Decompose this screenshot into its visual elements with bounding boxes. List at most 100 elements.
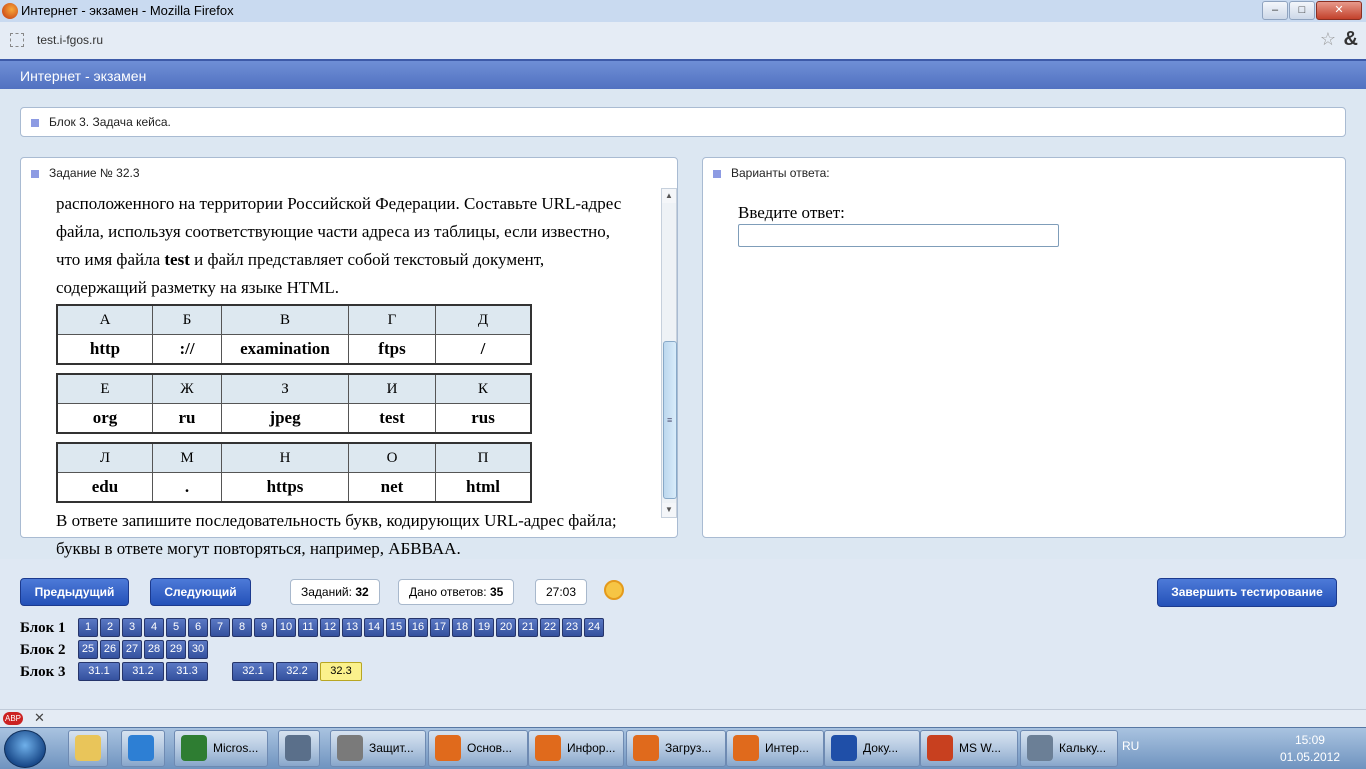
question-button[interactable]: 30 bbox=[188, 640, 208, 659]
taskbar-item[interactable]: Основ... bbox=[428, 730, 528, 767]
taskbar-item-label: Кальку... bbox=[1059, 741, 1107, 755]
clock-date: 01.05.2012 bbox=[1279, 750, 1340, 764]
question-button[interactable]: 14 bbox=[364, 618, 384, 637]
taskbar-item[interactable] bbox=[278, 730, 320, 767]
question-button[interactable]: 1 bbox=[78, 618, 98, 637]
taskbar-item-label: Инфор... bbox=[567, 741, 616, 755]
previous-button[interactable]: Предыдущий bbox=[20, 578, 129, 606]
square-bullet-icon bbox=[31, 118, 39, 127]
table-letter-cell: Ж bbox=[152, 373, 222, 404]
question-button[interactable]: 17 bbox=[430, 618, 450, 637]
taskbar-item[interactable]: Доку... bbox=[824, 730, 920, 767]
address-bar[interactable]: test.i-fgos.ru ☆ & bbox=[0, 22, 1366, 60]
code-table: Л М Н О Пedu. https net html bbox=[56, 442, 532, 503]
taskbar-ie[interactable] bbox=[121, 730, 165, 767]
app-icon bbox=[435, 735, 461, 761]
table-letter-cell: П bbox=[435, 442, 532, 473]
taskbar-item-label: Загруз... bbox=[665, 741, 712, 755]
task-title-text: Задание № 32.3 bbox=[49, 166, 140, 180]
app-icon bbox=[831, 735, 857, 761]
url-text[interactable]: test.i-fgos.ru bbox=[37, 33, 103, 47]
taskbar-item-label: Основ... bbox=[467, 741, 513, 755]
start-button[interactable] bbox=[4, 730, 46, 768]
table-value-cell: net bbox=[348, 472, 436, 503]
table-value-cell: ru bbox=[152, 403, 222, 434]
table-value-cell: :// bbox=[152, 334, 222, 365]
question-button[interactable]: 26 bbox=[100, 640, 120, 659]
question-button[interactable]: 11 bbox=[298, 618, 318, 637]
table-value-cell: rus bbox=[435, 403, 532, 434]
question-button[interactable]: 21 bbox=[518, 618, 538, 637]
question-button[interactable]: 2 bbox=[100, 618, 120, 637]
addon-amp-icon[interactable]: & bbox=[1344, 28, 1358, 51]
question-button[interactable]: 10 bbox=[276, 618, 296, 637]
question-button[interactable]: 8 bbox=[232, 618, 252, 637]
folder-icon bbox=[75, 735, 101, 761]
question-button[interactable]: 29 bbox=[166, 640, 186, 659]
maximize-button[interactable]: □ bbox=[1289, 1, 1315, 20]
question-button[interactable]: 7 bbox=[210, 618, 230, 637]
table-value-cell: https bbox=[221, 472, 349, 503]
question-button[interactable]: 27 bbox=[122, 640, 142, 659]
question-button[interactable]: 32.2 bbox=[276, 662, 318, 681]
question-button[interactable]: 4 bbox=[144, 618, 164, 637]
question-button[interactable]: 24 bbox=[584, 618, 604, 637]
scroll-up-arrow-icon[interactable]: ▲ bbox=[662, 189, 676, 203]
question-button[interactable]: 28 bbox=[144, 640, 164, 659]
language-indicator[interactable]: RU bbox=[1122, 739, 1139, 753]
question-button[interactable]: 31.3 bbox=[166, 662, 208, 681]
question-button[interactable]: 9 bbox=[254, 618, 274, 637]
site-identity-icon[interactable] bbox=[10, 33, 24, 47]
finish-test-button[interactable]: Завершить тестирование bbox=[1157, 578, 1337, 607]
question-button[interactable]: 3 bbox=[122, 618, 142, 637]
code-tables: А Б В Г Дhttp://examination ftps / Е Ж З И Кorg ru jp… bbox=[56, 304, 626, 503]
clock[interactable]: 15:09 01.05.2012 bbox=[1280, 732, 1340, 766]
taskbar-item[interactable]: MS W... bbox=[920, 730, 1018, 767]
app-icon bbox=[733, 735, 759, 761]
task-content: расположенного на территории Российской … bbox=[56, 190, 626, 563]
question-button[interactable]: 25 bbox=[78, 640, 98, 659]
bookmark-star-icon[interactable]: ☆ bbox=[1320, 29, 1336, 50]
table-value-cell: / bbox=[435, 334, 532, 365]
question-button[interactable]: 32.1 bbox=[232, 662, 274, 681]
table-letter-cell: Е bbox=[56, 373, 153, 404]
block2-label: Блок 2 bbox=[20, 642, 66, 658]
taskbar-explorer[interactable] bbox=[68, 730, 108, 767]
addon-bar-close-icon[interactable]: ✕ bbox=[34, 710, 45, 726]
close-button[interactable]: ✕ bbox=[1316, 1, 1362, 20]
next-button[interactable]: Следующий bbox=[150, 578, 251, 606]
question-button[interactable]: 18 bbox=[452, 618, 472, 637]
scroll-thumb[interactable]: ≡ bbox=[663, 341, 677, 499]
question-button[interactable]: 12 bbox=[320, 618, 340, 637]
table-letter-cell: О bbox=[348, 442, 436, 473]
taskbar-item[interactable]: Защит... bbox=[330, 730, 426, 767]
table-letter-cell: Б bbox=[152, 304, 222, 335]
answer-input[interactable] bbox=[738, 224, 1059, 247]
task-panel-title: Задание № 32.3 bbox=[31, 166, 140, 180]
minimize-button[interactable]: – bbox=[1262, 1, 1288, 20]
question-button[interactable]: 31.2 bbox=[122, 662, 164, 681]
question-button[interactable]: 31.1 bbox=[78, 662, 120, 681]
question-button[interactable]: 16 bbox=[408, 618, 428, 637]
question-button[interactable]: 20 bbox=[496, 618, 516, 637]
window-title: Интернет - экзамен - Mozilla Firefox bbox=[21, 3, 234, 18]
scroll-down-arrow-icon[interactable]: ▼ bbox=[662, 503, 676, 517]
adblock-icon[interactable]: ABP bbox=[3, 712, 23, 725]
alarm-clock-icon bbox=[604, 580, 624, 600]
question-button[interactable]: 32.3 bbox=[320, 662, 362, 681]
question-button[interactable]: 22 bbox=[540, 618, 560, 637]
question-button[interactable]: 6 bbox=[188, 618, 208, 637]
question-button[interactable]: 23 bbox=[562, 618, 582, 637]
taskbar-item[interactable]: Кальку... bbox=[1020, 730, 1118, 767]
table-letter-cell: А bbox=[56, 304, 153, 335]
taskbar-item[interactable]: Загруз... bbox=[626, 730, 726, 767]
question-button[interactable]: 5 bbox=[166, 618, 186, 637]
task-scrollbar[interactable]: ▲ ≡ ▼ bbox=[661, 188, 677, 518]
answers-count-badge: Дано ответов: 35 bbox=[398, 579, 515, 605]
question-button[interactable]: 19 bbox=[474, 618, 494, 637]
taskbar-item[interactable]: Инфор... bbox=[528, 730, 624, 767]
taskbar-item[interactable]: Micros... bbox=[174, 730, 268, 767]
taskbar-item[interactable]: Интер... bbox=[726, 730, 824, 767]
question-button[interactable]: 13 bbox=[342, 618, 362, 637]
question-button[interactable]: 15 bbox=[386, 618, 406, 637]
